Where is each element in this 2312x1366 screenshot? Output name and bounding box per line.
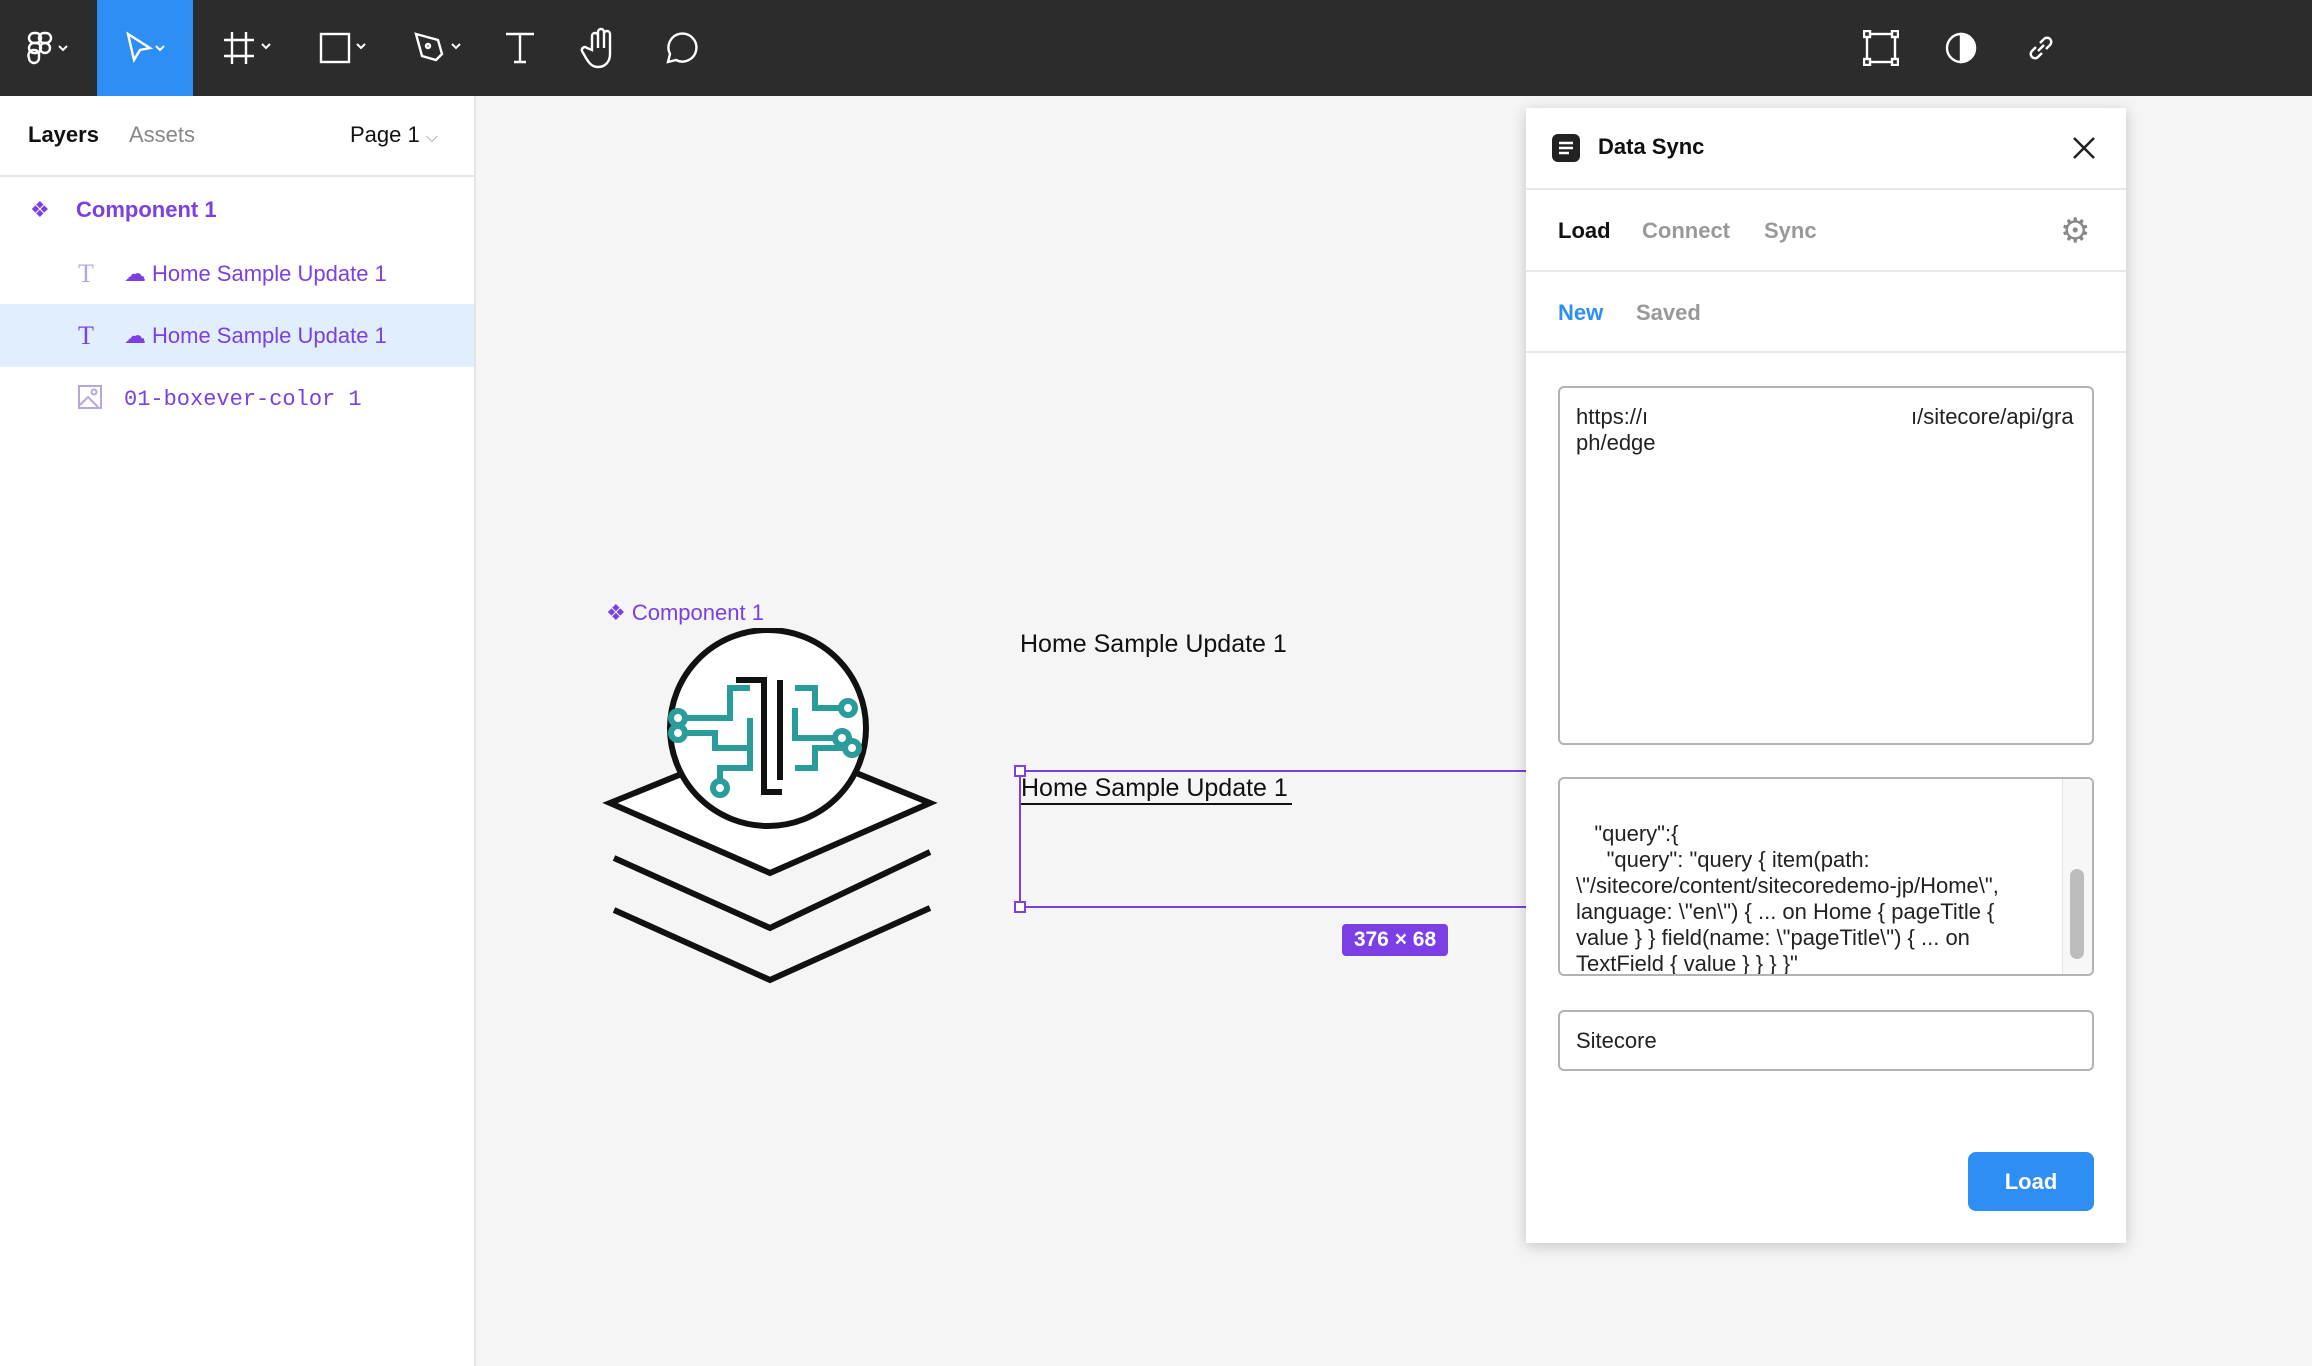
figma-logo-icon bbox=[26, 31, 68, 65]
page-name: Page 1 bbox=[350, 122, 420, 147]
page-selector[interactable]: Page 1 ⌵ bbox=[350, 122, 438, 148]
plugin-title: Data Sync bbox=[1598, 134, 1705, 159]
comment-icon bbox=[666, 32, 698, 64]
cloud-icon: ☁ bbox=[124, 322, 146, 348]
move-tool-button[interactable] bbox=[97, 0, 193, 96]
layer-text-2[interactable]: T ☁ Home Sample Update 1 bbox=[0, 304, 474, 367]
subtab-new[interactable]: New bbox=[1558, 300, 1603, 326]
resize-handle[interactable] bbox=[1014, 765, 1026, 777]
component-button[interactable] bbox=[1861, 0, 1901, 96]
link-icon bbox=[2029, 36, 2053, 60]
hand-tool-button[interactable] bbox=[575, 0, 625, 96]
contrast-icon bbox=[1945, 32, 1977, 64]
divider bbox=[1526, 188, 2126, 190]
tab-connect[interactable]: Connect bbox=[1642, 218, 1730, 244]
divider bbox=[1526, 270, 2126, 272]
canvas-text-2[interactable]: Home Sample Update 1 bbox=[1021, 774, 1292, 805]
text-icon bbox=[506, 32, 534, 64]
resize-handle[interactable] bbox=[1014, 901, 1026, 913]
layer-name: Home Sample Update 1 bbox=[152, 322, 387, 348]
frame-tool-button[interactable] bbox=[210, 0, 290, 96]
image-icon bbox=[78, 384, 124, 415]
layer-name: Component 1 bbox=[76, 196, 217, 222]
chevron-down-icon: ⌵ bbox=[425, 129, 438, 146]
tab-layers[interactable]: Layers bbox=[28, 122, 99, 148]
data-sync-plugin: Data Sync Load Connect Sync ⚙ New Saved … bbox=[1526, 108, 2126, 1243]
canvas-text-1[interactable]: Home Sample Update 1 bbox=[1020, 630, 1287, 659]
pen-icon bbox=[414, 32, 461, 62]
component-label-text: Component 1 bbox=[631, 600, 764, 625]
hand-icon bbox=[580, 27, 612, 69]
theme-toggle-button[interactable] bbox=[1941, 0, 1981, 96]
subtab-saved[interactable]: Saved bbox=[1636, 300, 1701, 326]
rectangle-tool-button[interactable] bbox=[305, 0, 385, 96]
rectangle-icon bbox=[319, 32, 366, 64]
frame-icon bbox=[224, 32, 271, 64]
settings-gear-icon[interactable]: ⚙ bbox=[2060, 214, 2090, 248]
toolbar bbox=[0, 0, 2312, 96]
tab-assets[interactable]: Assets bbox=[129, 122, 195, 148]
text-layer-icon: T bbox=[78, 320, 94, 350]
document-icon bbox=[1552, 134, 1580, 162]
layer-name: 01-boxever-color 1 bbox=[124, 387, 362, 412]
component-icon bbox=[1863, 30, 1899, 66]
layers-panel: Layers Assets Page 1 ⌵ ❖ Component 1 T ☁… bbox=[0, 96, 476, 1366]
query-text: "query":{ "query": "query { item(path: \… bbox=[1576, 821, 1999, 976]
link-button[interactable] bbox=[2021, 0, 2061, 96]
cursor-arrow-icon bbox=[126, 31, 165, 64]
component-icon: ❖ bbox=[30, 196, 50, 222]
query-textarea[interactable]: "query":{ "query": "query { item(path: \… bbox=[1558, 777, 2094, 976]
figma-menu-button[interactable] bbox=[0, 0, 97, 96]
comment-tool-button[interactable] bbox=[655, 0, 705, 96]
text-layer-icon: T bbox=[78, 258, 94, 288]
layer-image[interactable]: 01-boxever-color 1 bbox=[0, 368, 474, 431]
close-icon[interactable] bbox=[2070, 134, 2098, 162]
endpoint-textarea[interactable]: https://ı ı/sitecore/api/graph/edge bbox=[1558, 386, 2094, 745]
text-tool-button[interactable] bbox=[495, 0, 545, 96]
scrollbar-thumb[interactable] bbox=[2070, 869, 2084, 959]
tab-load[interactable]: Load bbox=[1558, 218, 1611, 244]
size-badge: 376 × 68 bbox=[1342, 924, 1448, 956]
pen-tool-button[interactable] bbox=[400, 0, 480, 96]
layer-text-1[interactable]: T ☁ Home Sample Update 1 bbox=[0, 242, 474, 305]
boxever-logo-image[interactable] bbox=[600, 628, 940, 988]
divider bbox=[1526, 351, 2126, 353]
tab-sync[interactable]: Sync bbox=[1764, 218, 1817, 244]
layers-panel-header: Layers Assets Page 1 ⌵ bbox=[0, 96, 474, 177]
layer-component-1[interactable]: ❖ Component 1 bbox=[0, 178, 474, 241]
cloud-icon: ☁ bbox=[124, 260, 146, 286]
scrollbar[interactable] bbox=[2062, 779, 2092, 974]
layer-name: Home Sample Update 1 bbox=[152, 260, 387, 286]
source-input[interactable]: Sitecore bbox=[1558, 1010, 2094, 1071]
selection-box[interactable]: Home Sample Update 1 bbox=[1014, 765, 1529, 913]
load-button[interactable]: Load bbox=[1968, 1152, 2094, 1211]
component-label[interactable]: ❖ Component 1 bbox=[606, 600, 764, 626]
